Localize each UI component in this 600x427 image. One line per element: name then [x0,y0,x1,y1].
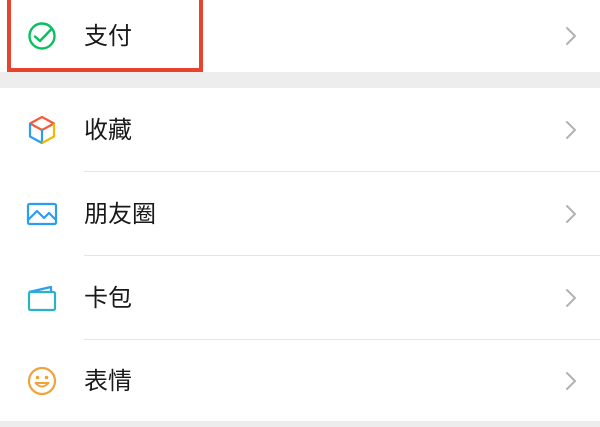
favorites-cube-icon [24,112,60,148]
menu-item-stickers[interactable]: 表情 [0,340,600,421]
moments-picture-icon [24,196,60,232]
menu-item-card-wallet-label: 卡包 [84,284,132,312]
menu-item-moments-label: 朋友圈 [84,200,156,228]
menu-item-moments[interactable]: 朋友圈 [0,172,600,256]
chevron-right-icon [564,119,578,141]
menu-item-card-wallet[interactable]: 卡包 [0,256,600,340]
sticker-smile-icon [24,363,60,399]
chevron-right-icon [564,203,578,225]
main-menu-group: 收藏 朋友圈 卡包 表情 [0,88,600,421]
menu-item-favorites-label: 收藏 [84,116,132,144]
menu-item-pay-label: 支付 [84,22,132,50]
chevron-right-icon [564,287,578,309]
chevron-right-icon [564,25,578,47]
pay-check-icon [24,18,60,54]
menu-item-stickers-label: 表情 [84,366,132,395]
menu-item-favorites[interactable]: 收藏 [0,88,600,172]
me-menu-page: 支付 收藏 朋友圈 卡包 表情 [0,0,600,427]
chevron-right-icon [564,370,578,392]
menu-item-pay[interactable]: 支付 [0,0,600,72]
card-wallet-icon [24,280,60,316]
pay-group: 支付 [0,0,600,72]
